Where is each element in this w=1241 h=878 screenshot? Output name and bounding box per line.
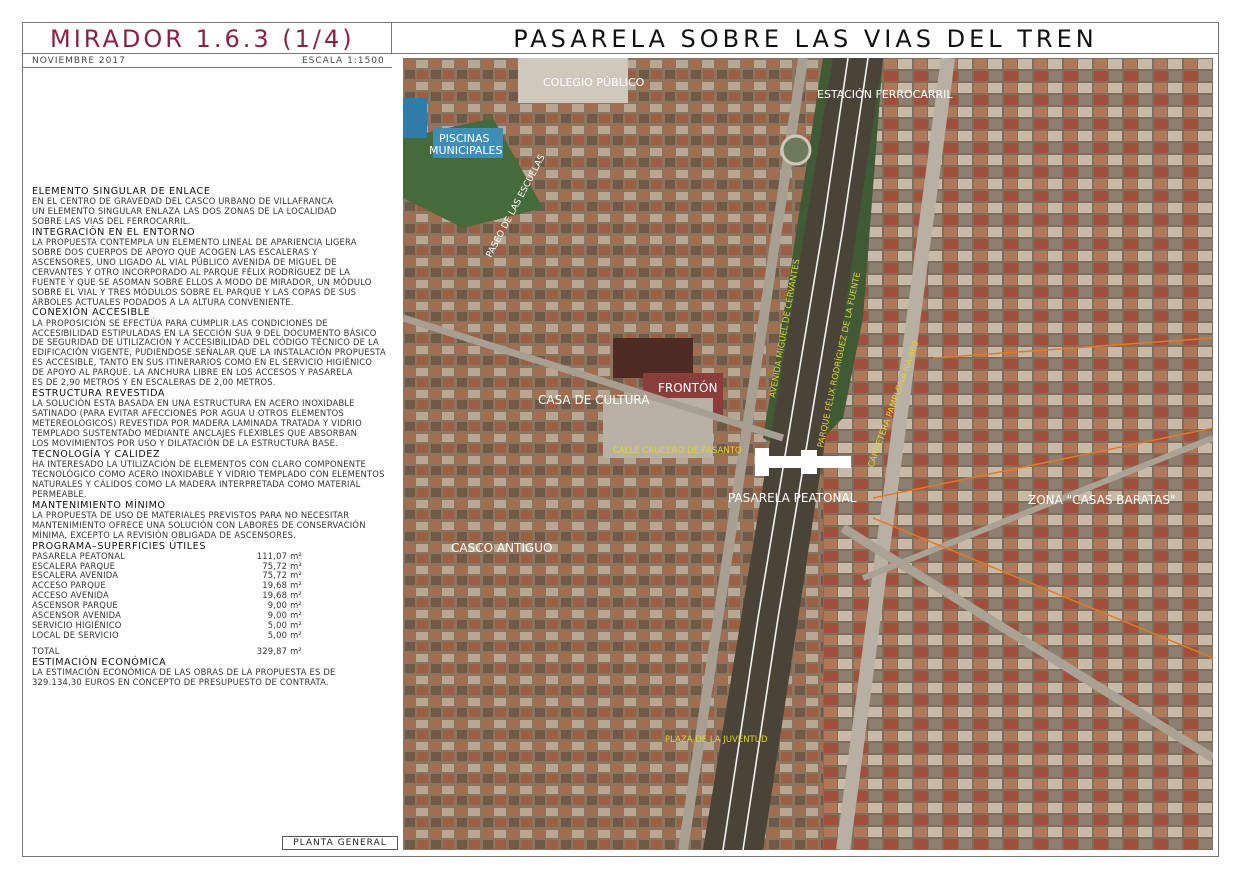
program-row-value: 5,00 m² (267, 629, 302, 640)
sheet-number-title: MIRADOR 1.6.3 (1/4) (50, 25, 355, 53)
section-heading: CONEXIÓN ACCESIBLE (32, 307, 151, 319)
program-total-row: TOTAL 329,87 m² (32, 645, 396, 657)
program-table: PASARELA PEATONAL 111,07 m² ESCALERA PARQU… (32, 551, 396, 641)
label-estacion: ESTACIÓN FERROCARRIL (817, 88, 953, 101)
program-row-name: LOCAL DE SERVICIO (32, 629, 119, 640)
program-total-value: 329,87 m² (256, 645, 302, 656)
label-casa-cultura: CASA DE CULTURA (538, 393, 650, 407)
aerial-map-svg: COLEGIO PÚBLICO PISCINAS MUNICIPALES EST… (403, 58, 1213, 850)
section-line: ES DE 2,90 METROS Y EN ESCALERAS DE 2,00… (32, 377, 276, 388)
fronton-roof-dark (613, 338, 693, 378)
label-piscinas-2: MUNICIPALES (429, 144, 502, 157)
scale: ESCALA 1:1500 (302, 56, 385, 66)
section-line: SOBRE LAS VIAS DEL FERROCARRIL. (32, 216, 191, 227)
estimate-text: LA ESTIMACIÓN ECONÓMICA DE LAS OBRAS DE … (32, 667, 396, 688)
label-calle: CALLE CRUCERO DE PASANTO (613, 446, 742, 456)
label-plaza: PLAZA DE LA JUVENTUD (665, 735, 768, 745)
program-row: LOCAL DE SERVICIO 5,00 m² (32, 629, 396, 641)
aerial-map: COLEGIO PÚBLICO PISCINAS MUNICIPALES EST… (403, 58, 1213, 850)
estimate-line: 329.134,30 EUROS EN CONCEPTO DE PRESUPUE… (32, 676, 329, 687)
section-line: LOS MOVIMIENTOS POR USO Y DILATACIÓN DE … (32, 437, 338, 448)
plan-label: PLANTA GENERAL (282, 836, 398, 850)
roundabout (780, 134, 812, 166)
label-fronton: FRONTÓN (658, 380, 717, 395)
date: NOVIEMBRE 2017 (32, 56, 126, 66)
section-line: MÍNIMA, EXCEPTO LA REVISIÓN OBLIGADA DE … (32, 529, 296, 540)
program-total-label: TOTAL (32, 645, 60, 656)
sheet-title: PASARELA SOBRE LAS VIAS DEL TREN (513, 25, 1098, 53)
urban-texture-east (823, 58, 1213, 850)
section-line: ÁRBOLES ACTUALES PODADOS A LA ALTURA CON… (32, 296, 294, 307)
label-zona: ZONA "CASAS BARATAS" (1028, 493, 1176, 507)
section-line: PERMEABLE. (32, 488, 87, 499)
label-casco: CASCO ANTIGUO (451, 541, 552, 555)
description-column: ELEMENTO SINGULAR DE ENLACE EN EL CENTRO … (32, 186, 396, 688)
label-pasarela: PASARELA PEATONAL (728, 491, 857, 505)
label-colegio: COLEGIO PÚBLICO (543, 76, 645, 89)
pool-water (403, 98, 427, 138)
description-sections: ELEMENTO SINGULAR DE ENLACE EN EL CENTRO … (32, 186, 396, 541)
